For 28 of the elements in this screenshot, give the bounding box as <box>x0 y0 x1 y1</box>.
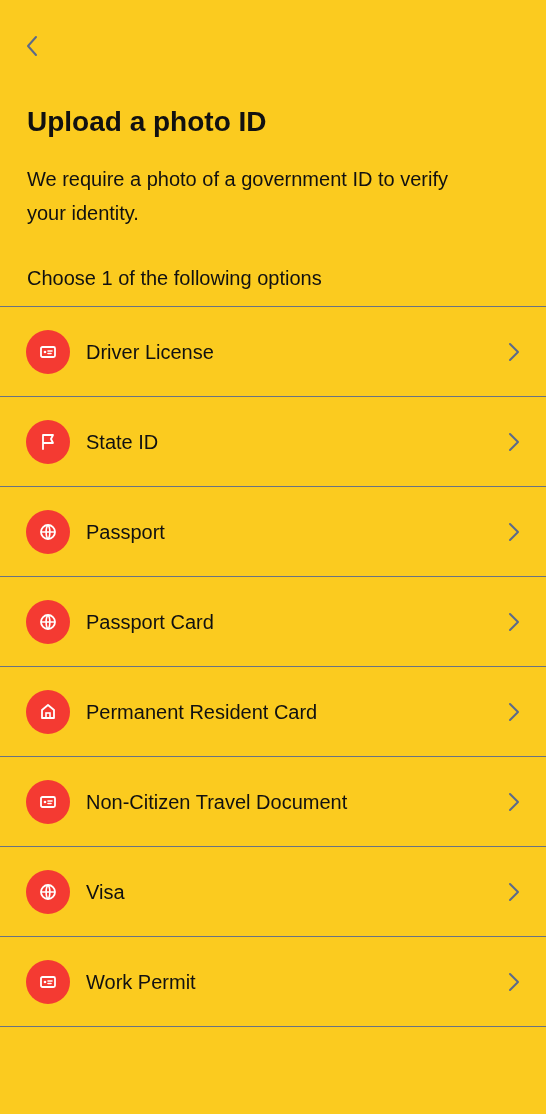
globe-icon <box>26 509 70 554</box>
chevron-icon <box>508 701 520 722</box>
back-icon <box>25 34 39 58</box>
prompt-text: Choose 1 of the following options <box>27 266 323 291</box>
chevron-icon <box>508 341 520 362</box>
chevron-icon <box>508 971 520 992</box>
id-option[interactable]: Non-Citizen Travel Document <box>0 757 546 847</box>
chevron-icon <box>508 431 520 452</box>
chevron-icon <box>508 791 520 812</box>
flag-icon <box>26 419 70 464</box>
globe-icon <box>26 599 70 644</box>
id-option[interactable]: State ID <box>0 397 546 487</box>
chevron-icon <box>508 611 520 632</box>
id-option[interactable]: Work Permit <box>0 937 546 1027</box>
card-icon <box>26 779 70 824</box>
home-icon <box>26 689 70 734</box>
id-option[interactable]: Visa <box>0 847 546 937</box>
description: We require a photo of a government ID to verify your identity. <box>27 167 449 226</box>
globe-icon <box>26 869 70 914</box>
chevron-icon <box>508 881 520 902</box>
page-title: Upload a photo ID <box>27 105 268 139</box>
id-option[interactable]: Passport Card <box>0 577 546 667</box>
id-option[interactable]: Driver License <box>0 307 546 397</box>
card-icon <box>26 329 70 374</box>
id-option[interactable]: Permanent Resident Card <box>0 667 546 757</box>
chevron-icon <box>508 521 520 542</box>
card-icon <box>26 959 70 1004</box>
id-option[interactable]: Passport <box>0 487 546 577</box>
